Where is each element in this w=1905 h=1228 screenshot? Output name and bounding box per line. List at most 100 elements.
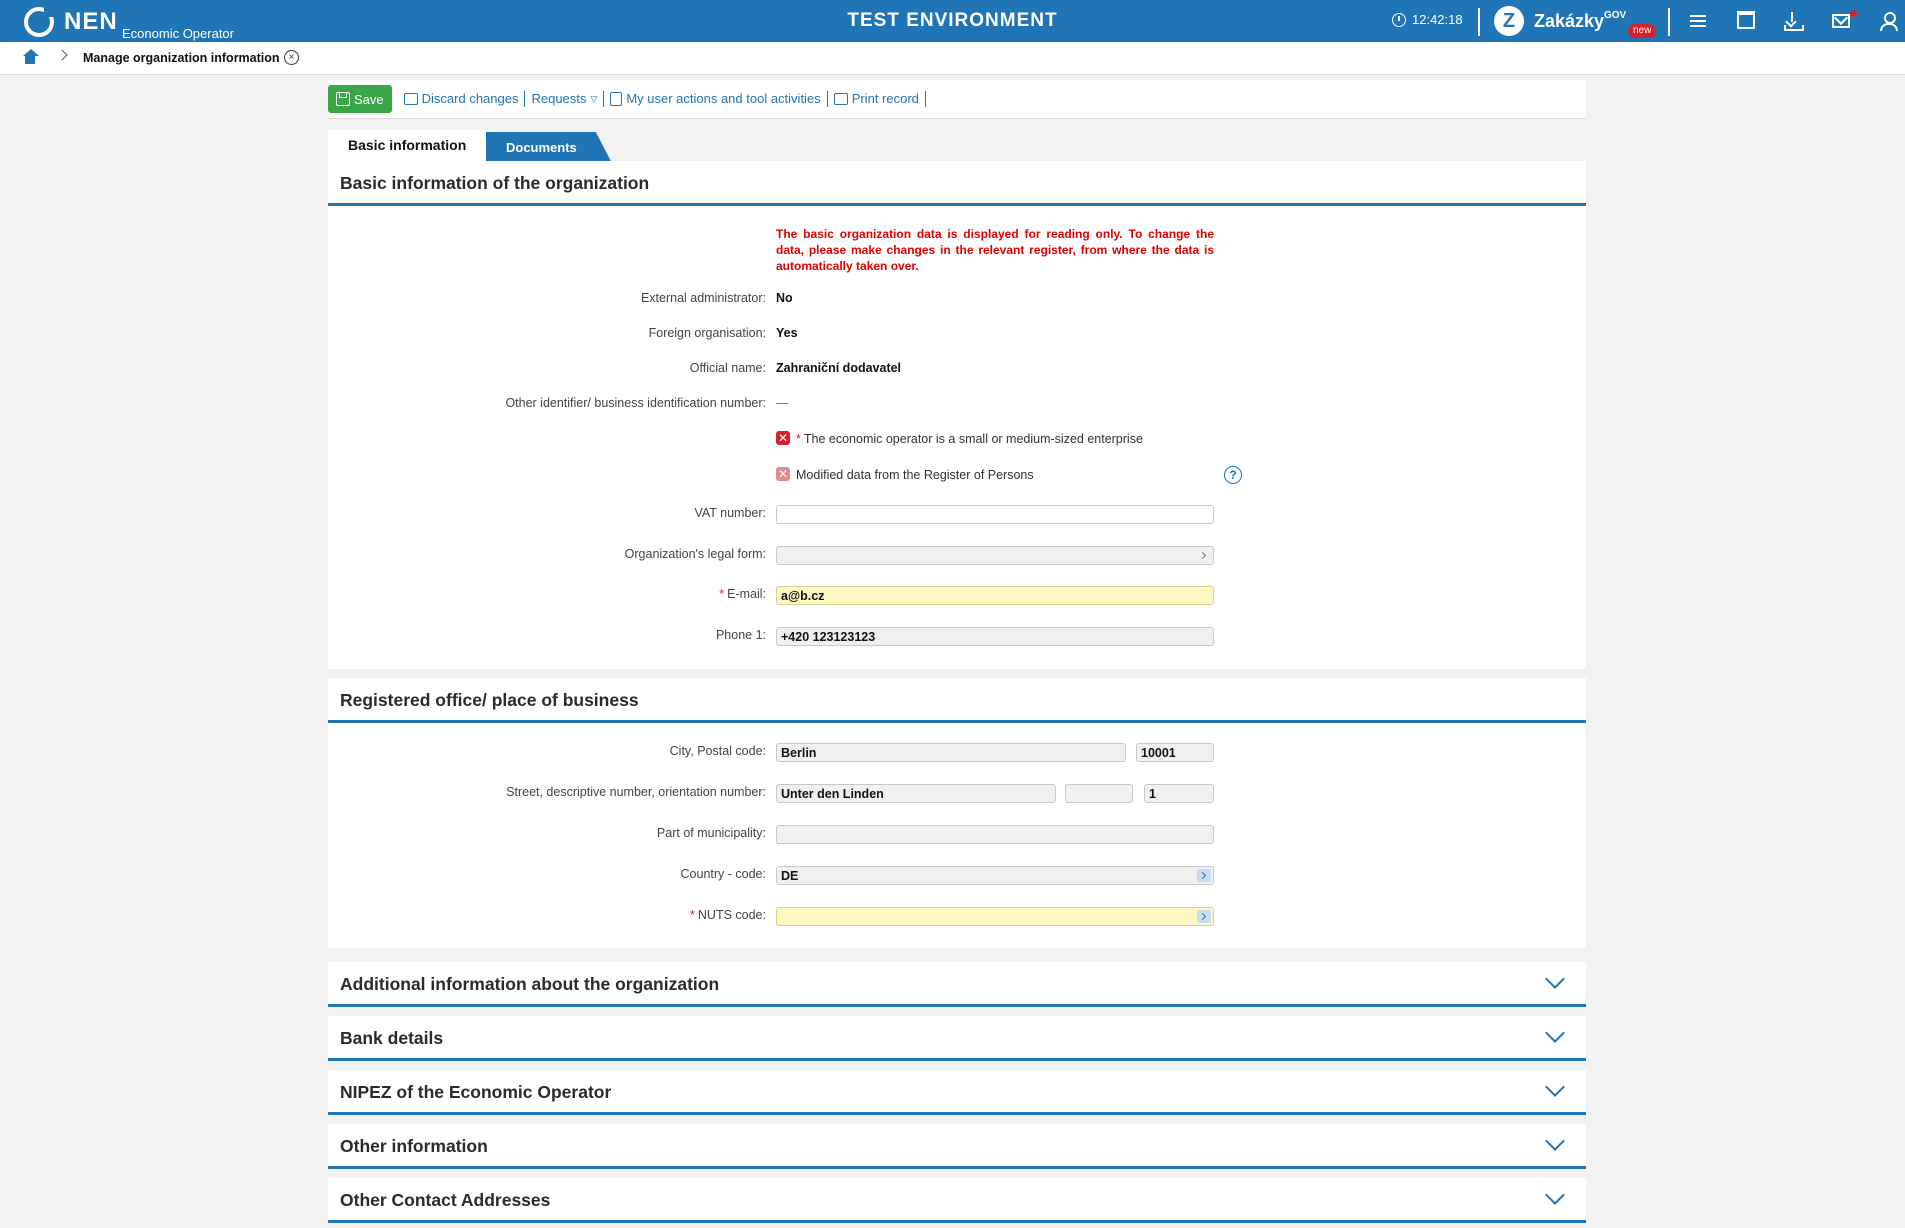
new-badge: new: [1628, 24, 1657, 38]
foreign-org-value: Yes: [776, 326, 798, 340]
clock-time: 12:42:18: [1412, 12, 1463, 27]
calendar-icon[interactable]: [1737, 11, 1755, 29]
save-button[interactable]: Save: [328, 85, 392, 113]
chevron-right-icon[interactable]: [1197, 549, 1211, 562]
street-field[interactable]: Unter den Linden: [776, 784, 1056, 803]
section-bank-details[interactable]: Bank details: [328, 1016, 1586, 1061]
panel-title: Basic information of the organization: [340, 173, 650, 193]
download-icon[interactable]: [1784, 12, 1804, 31]
top-bar: NEN Economic Operator TEST ENVIRONMENT 1…: [0, 0, 1905, 42]
foreign-org-label: Foreign organisation:: [648, 326, 766, 340]
chevron-right-icon[interactable]: [1197, 910, 1211, 923]
nuts-code-label: * NUTS code:: [690, 908, 766, 922]
city-field[interactable]: Berlin: [776, 743, 1126, 762]
panel-title: Registered office/ place of business: [340, 690, 639, 710]
caret-down-icon: ▽: [590, 94, 598, 104]
requests-dropdown[interactable]: Requests ▽: [525, 91, 605, 107]
clock-icon: [1392, 12, 1406, 27]
toolbar: Save Discard changes Requests ▽ My user …: [328, 80, 1586, 119]
postal-code-field[interactable]: 10001: [1136, 743, 1214, 762]
modified-data-label: Modified data from the Register of Perso…: [796, 468, 1034, 482]
home-icon[interactable]: [22, 49, 39, 65]
section-other-contact-addresses[interactable]: Other Contact Addresses: [328, 1178, 1586, 1223]
printer-icon: [833, 93, 848, 105]
chevron-down-icon[interactable]: [1545, 1023, 1565, 1043]
zakazky-link[interactable]: Z Zakázky GOV new: [1494, 6, 1657, 38]
nuts-code-select[interactable]: [776, 907, 1214, 926]
street-label: Street, descriptive number, orientation …: [506, 785, 766, 799]
section-title: Other information: [340, 1136, 488, 1156]
zakazky-logo-icon: Z: [1494, 6, 1524, 36]
chevron-right-icon[interactable]: [1197, 869, 1211, 882]
vat-input[interactable]: [776, 505, 1214, 524]
zakazky-gov: GOV: [1604, 10, 1627, 21]
discard-icon: [403, 93, 418, 105]
mail-icon[interactable]: [1832, 10, 1857, 28]
sme-checkbox[interactable]: ✕: [776, 431, 790, 445]
section-title: Additional information about the organiz…: [340, 974, 720, 994]
save-icon: [336, 92, 350, 106]
other-id-label: Other identifier/ business identificatio…: [505, 396, 766, 410]
modified-data-checkbox[interactable]: ✕: [776, 467, 790, 481]
tab-basic-information[interactable]: Basic information: [328, 130, 487, 161]
phone-label: Phone 1:: [715, 628, 766, 642]
user-actions-button[interactable]: My user actions and tool activities: [604, 91, 828, 107]
sme-label: * The economic operator is a small or med…: [796, 432, 1143, 446]
section-header: Bank details: [328, 1016, 1586, 1061]
phone-field[interactable]: +420 123123123: [776, 627, 1214, 646]
chevron-down-icon[interactable]: [1545, 969, 1565, 989]
section-header: Additional information about the organiz…: [328, 962, 1586, 1007]
country-code-value: DE: [781, 869, 799, 883]
panel-header: Basic information of the organization: [328, 161, 1586, 206]
breadcrumb-current[interactable]: Manage organization information: [83, 51, 280, 65]
save-label: Save: [354, 91, 384, 107]
registered-office-panel: Registered office/ place of business Cit…: [328, 678, 1586, 948]
section-title: NIPEZ of the Economic Operator: [340, 1082, 612, 1102]
section-header: Other information: [328, 1124, 1586, 1169]
basic-information-panel: Basic information of the organization Th…: [328, 161, 1586, 669]
city-postal-label: City, Postal code:: [669, 744, 766, 758]
section-other-information[interactable]: Other information: [328, 1124, 1586, 1169]
section-title: Other Contact Addresses: [340, 1190, 551, 1210]
vat-label: VAT number:: [694, 506, 766, 520]
user-icon[interactable]: [1879, 12, 1899, 31]
other-id-value: —: [776, 396, 789, 410]
descriptive-number-field[interactable]: [1065, 784, 1133, 803]
chevron-right-icon: [56, 49, 68, 61]
official-name-value: Zahraniční dodavatel: [776, 361, 902, 375]
legal-form-label: Organization's legal form:: [624, 547, 766, 561]
section-nipez[interactable]: NIPEZ of the Economic Operator: [328, 1070, 1586, 1115]
orientation-number-field[interactable]: 1: [1144, 784, 1214, 803]
chevron-down-icon[interactable]: [1545, 1131, 1565, 1151]
user-actions-label: My user actions and tool activities: [626, 91, 821, 106]
clipboard-icon: [610, 92, 623, 106]
chevron-down-icon[interactable]: [1545, 1185, 1565, 1205]
section-title: Bank details: [340, 1028, 444, 1048]
readonly-warning: The basic organization data is displayed…: [776, 227, 1214, 273]
section-header: Other Contact Addresses: [328, 1178, 1586, 1223]
close-icon[interactable]: ×: [284, 50, 299, 65]
tab-documents[interactable]: Documents: [486, 132, 611, 161]
help-icon[interactable]: ?: [1224, 466, 1242, 484]
requests-label: Requests: [531, 91, 587, 106]
breadcrumb: Manage organization information ×: [0, 42, 1905, 75]
chevron-down-icon[interactable]: [1545, 1077, 1565, 1097]
external-admin-value: No: [776, 291, 793, 305]
discard-changes-button[interactable]: Discard changes: [398, 91, 526, 107]
section-header: NIPEZ of the Economic Operator: [328, 1070, 1586, 1115]
notification-dot: [1850, 10, 1857, 17]
legal-form-select[interactable]: [776, 546, 1214, 565]
panel-header: Registered office/ place of business: [328, 678, 1586, 723]
section-additional-information[interactable]: Additional information about the organiz…: [328, 962, 1586, 1007]
print-record-button[interactable]: Print record: [828, 91, 926, 107]
discard-label: Discard changes: [421, 91, 519, 106]
part-municipality-field[interactable]: [776, 825, 1214, 844]
official-name-label: Official name:: [689, 361, 766, 375]
country-code-select[interactable]: DE: [776, 866, 1214, 885]
session-clock: 12:42:18: [1392, 12, 1463, 27]
email-field[interactable]: a@b.cz: [776, 586, 1214, 605]
part-municipality-label: Part of municipality:: [656, 826, 766, 840]
external-admin-label: External administrator:: [640, 291, 766, 305]
menu-icon[interactable]: [1688, 12, 1708, 30]
country-code-label: Country - code:: [680, 867, 766, 881]
